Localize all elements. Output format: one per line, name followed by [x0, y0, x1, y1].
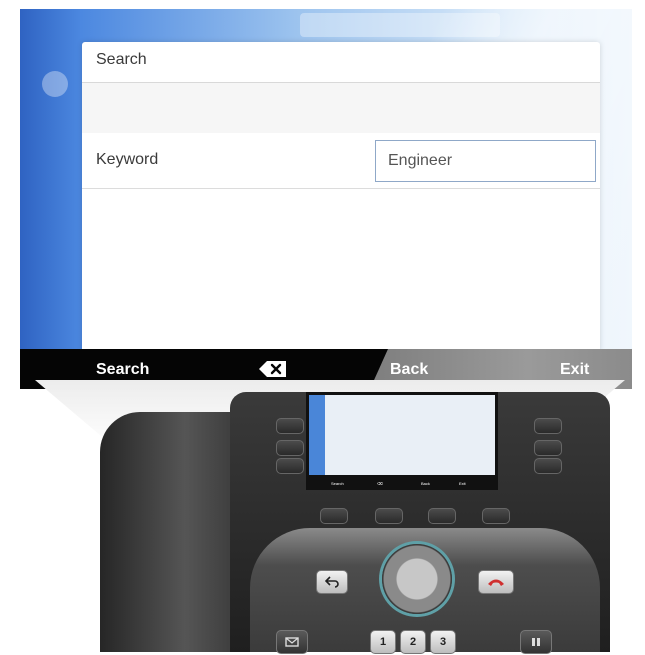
line-key[interactable]	[276, 418, 304, 434]
end-call-key[interactable]	[478, 570, 514, 594]
backspace-softkey[interactable]	[258, 360, 288, 378]
line-key[interactable]	[276, 458, 304, 474]
phone-display: Search ⌫ Back Exit	[306, 392, 498, 490]
softkey-button[interactable]	[482, 508, 510, 524]
navigation-cluster[interactable]	[382, 544, 452, 614]
back-key[interactable]	[316, 570, 348, 594]
hold-icon	[532, 638, 540, 646]
line-key[interactable]	[534, 458, 562, 474]
display-sidebar	[309, 395, 325, 487]
messages-icon	[285, 637, 299, 647]
keypad-1[interactable]: 1	[370, 630, 396, 654]
backspace-icon	[259, 361, 286, 377]
line-key[interactable]	[534, 418, 562, 434]
display-softkey-bar: Search ⌫ Back Exit	[309, 475, 495, 487]
desk-phone: Search ⌫ Back Exit 1 2 3	[80, 392, 610, 654]
mini-softkey: ⌫	[377, 481, 383, 486]
phone-screen-zoom: Search Keyword Search Back Exit	[20, 9, 632, 389]
keyword-label: Keyword	[96, 151, 159, 168]
mini-softkey: Search	[331, 481, 344, 486]
keypad-2[interactable]: 2	[400, 630, 426, 654]
softkey-button[interactable]	[428, 508, 456, 524]
background-element	[42, 71, 68, 97]
keypad-3[interactable]: 3	[430, 630, 456, 654]
mini-softkey: Back	[421, 481, 430, 486]
search-dialog: Search Keyword	[82, 42, 600, 352]
softkey-button[interactable]	[375, 508, 403, 524]
back-arrow-icon	[324, 576, 339, 588]
line-key[interactable]	[276, 440, 304, 456]
dialog-spacer	[82, 83, 600, 133]
line-key[interactable]	[534, 440, 562, 456]
end-call-icon	[488, 579, 504, 586]
keyword-row: Keyword	[82, 134, 600, 189]
keyword-input[interactable]	[375, 140, 596, 182]
dialog-title: Search	[96, 51, 147, 68]
messages-key[interactable]	[276, 630, 308, 654]
softkey-button[interactable]	[320, 508, 348, 524]
hold-key[interactable]	[520, 630, 552, 654]
mini-softkey: Exit	[459, 481, 466, 486]
